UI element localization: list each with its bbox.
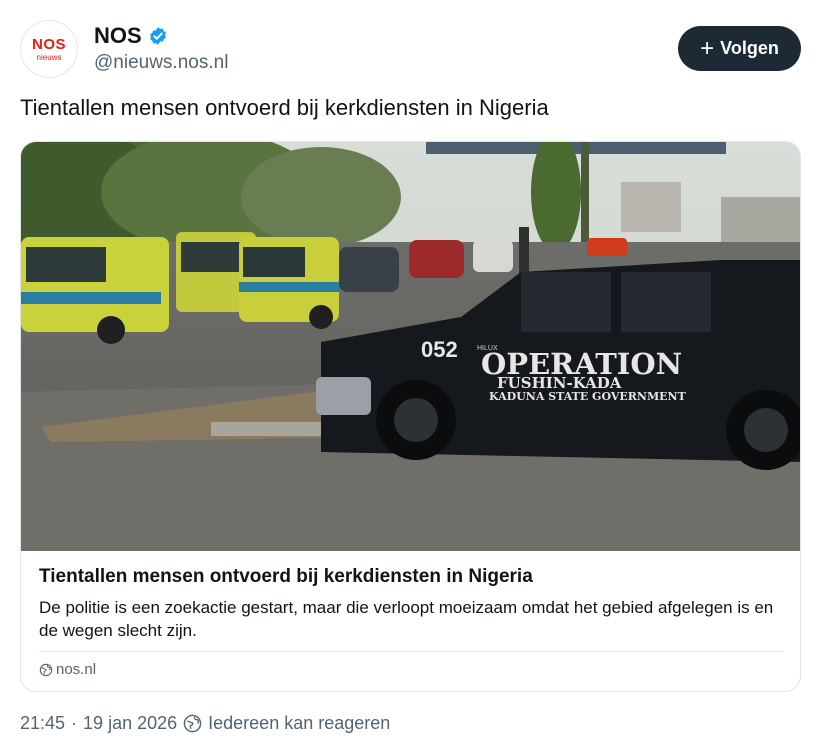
link-card-divider: [39, 651, 784, 652]
post-time[interactable]: 21:45: [20, 713, 65, 734]
verified-badge-icon: [149, 27, 166, 45]
vehicle-number-text: 052: [421, 337, 458, 362]
vehicle-text-line3: KADUNA STATE GOVERNMENT: [489, 390, 687, 403]
follow-button-label: Volgen: [720, 38, 779, 58]
globe-icon: [39, 663, 53, 676]
reply-settings-icon: [183, 714, 202, 733]
meta-separator: ·: [71, 713, 78, 733]
link-card-source-label: nos.nl: [56, 661, 97, 678]
plus-icon: +: [700, 34, 715, 62]
link-card-image: 052 HILUX OPERATION FUSHIN-KADA KADUNA S…: [21, 142, 800, 551]
post-text: Tientallen mensen ontvoerd bij kerkdiens…: [20, 95, 549, 120]
post-meta: 21:45 · 19 jan 2026 Iedereen kan reagere…: [20, 713, 390, 734]
reply-setting-label[interactable]: Iedereen kan reageren: [208, 713, 390, 734]
link-card-description: De politie is een zoekactie gestart, maa…: [39, 598, 774, 640]
link-card-title[interactable]: Tientallen mensen ontvoerd bij kerkdiens…: [39, 566, 533, 588]
post-date[interactable]: 19 jan 2026: [83, 713, 177, 734]
author-name-row[interactable]: NOS: [94, 22, 168, 50]
author-display-name[interactable]: NOS: [94, 23, 142, 49]
avatar-logo-sub: nieuws: [36, 52, 62, 62]
post-header: NOS nieuws NOS @nieuws.nos.nl + Volgen: [20, 18, 801, 80]
follow-button[interactable]: + Volgen: [678, 26, 801, 71]
avatar-logo: NOS: [31, 35, 66, 53]
link-card[interactable]: 052 HILUX OPERATION FUSHIN-KADA KADUNA S…: [20, 141, 801, 692]
author-handle[interactable]: @nieuws.nos.nl: [94, 52, 228, 74]
avatar[interactable]: NOS nieuws: [20, 20, 78, 78]
link-card-source[interactable]: nos.nl: [39, 661, 96, 678]
